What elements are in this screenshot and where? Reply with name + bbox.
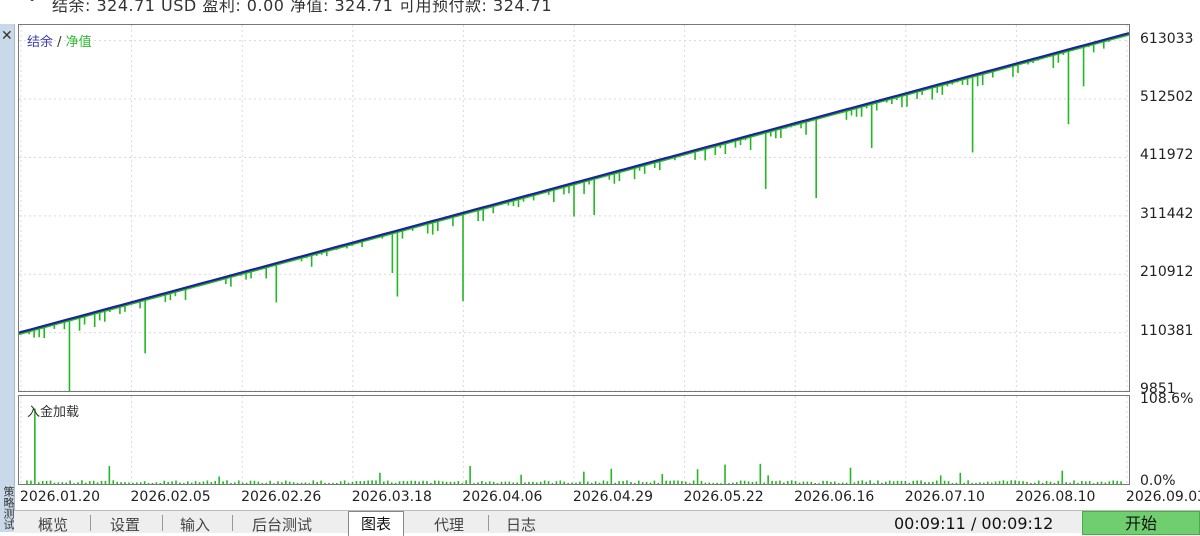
y-tick-label: 110381	[1140, 322, 1194, 339]
summary-text: 结余: 324.71 USD 盈利: 0.00 净值: 324.71 可用预付款…	[52, 0, 553, 15]
summary-bullet: •	[28, 0, 37, 8]
tab-divider	[488, 515, 489, 531]
tab-chart[interactable]: 图表	[348, 511, 405, 536]
tab-divider	[90, 515, 91, 531]
x-tick-label: 2026.04.06	[462, 489, 543, 505]
deposit-load-chart[interactable]: 入金加载	[18, 395, 1130, 485]
x-tick-label: 2026.06.16	[794, 489, 875, 505]
tab-divider	[162, 515, 163, 531]
tester-tab-bar: 概览 设置 输入 后台测试 图表 代理 日志 00:09:11 / 00:09:…	[14, 510, 1200, 536]
balance-equity-chart[interactable]: 结余 / 净值	[18, 24, 1130, 392]
elapsed-timer: 00:09:11 / 00:09:12	[894, 514, 1054, 533]
x-tick-label: 2026.05.22	[683, 489, 764, 505]
tab-divider	[232, 515, 233, 531]
sub-y-tick-label: 108.6%	[1140, 391, 1194, 407]
y-tick-label: 311442	[1140, 205, 1194, 222]
legend-equity: 净值	[65, 35, 92, 50]
close-icon[interactable]: ✕	[1, 28, 13, 44]
x-tick-label: 2026.03.18	[351, 489, 432, 505]
account-summary-bar: • 结余: 324.71 USD 盈利: 0.00 净值: 324.71 可用预…	[0, 0, 1200, 15]
legend-separator: /	[53, 35, 66, 50]
sub-y-tick-label: 0.0%	[1140, 473, 1176, 489]
x-tick-label: 2026.02.26	[241, 489, 322, 505]
balance-line	[19, 32, 1129, 334]
legend-balance: 结余	[27, 35, 54, 50]
equity-line	[19, 33, 1129, 336]
tester-side-panel: ✕ 策略测试	[0, 24, 15, 532]
y-tick-label: 411972	[1140, 147, 1194, 164]
x-tick-label: 2026.02.05	[130, 489, 211, 505]
x-tick-label: 2026.09.03	[1125, 489, 1200, 505]
x-tick-label: 2026.04.29	[572, 489, 654, 505]
chart-legend: 结余 / 净值	[27, 31, 92, 50]
x-tick-label: 2026.01.20	[19, 489, 101, 505]
y-tick-label: 613033	[1140, 30, 1194, 47]
deposit-load-label: 入金加载	[27, 405, 80, 420]
balance-equity-plot	[19, 25, 1129, 391]
start-button[interactable]: 开始	[1082, 511, 1200, 535]
y-tick-label: 210912	[1140, 264, 1194, 281]
y-tick-label: 512502	[1140, 89, 1194, 106]
x-tick-label: 2026.07.10	[904, 489, 985, 505]
deposit-load-plot	[20, 396, 1128, 484]
x-tick-label: 2026.08.10	[1015, 489, 1096, 505]
